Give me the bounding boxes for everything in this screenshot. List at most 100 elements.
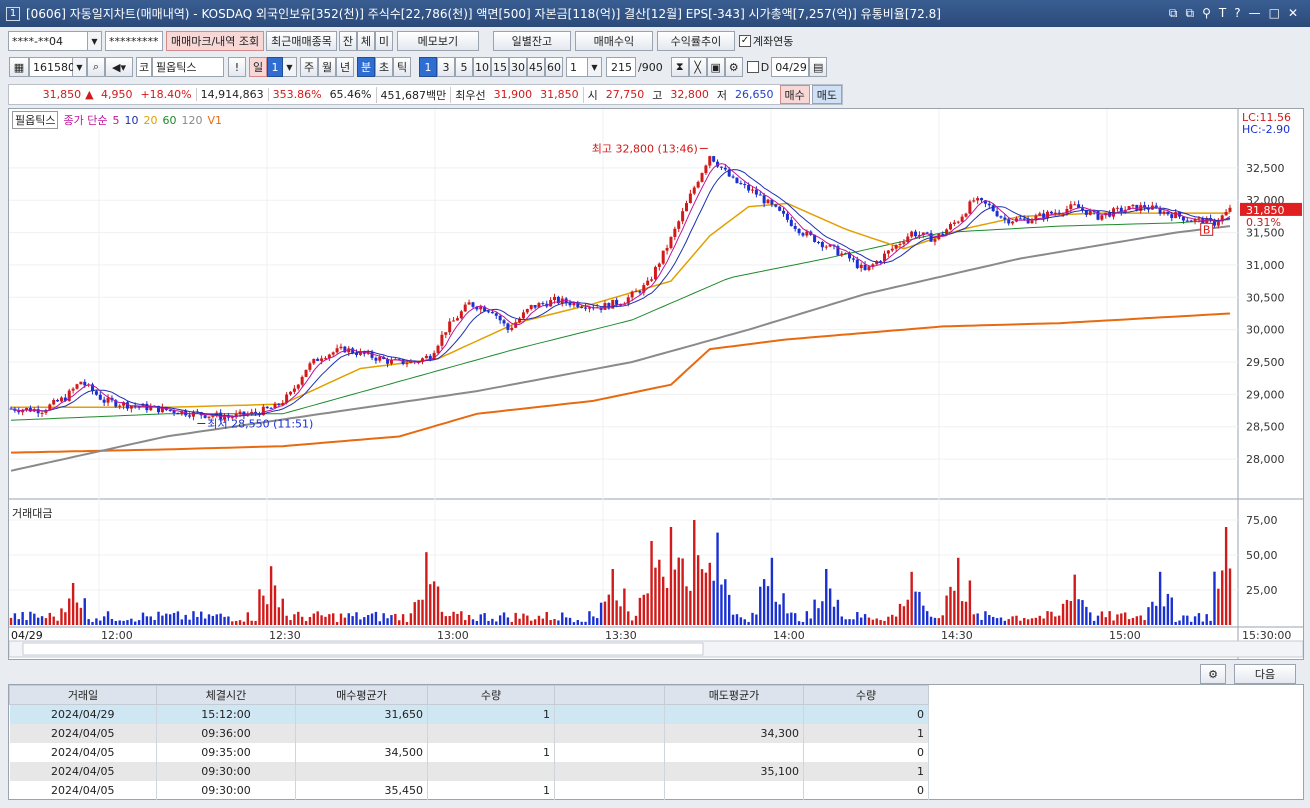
account-dropdown-icon[interactable]: ▼ bbox=[88, 31, 102, 51]
price-chart[interactable]: 32,50032,00031,50031,00030,50030,00029,5… bbox=[9, 109, 1303, 659]
period-year-tab[interactable]: 년 bbox=[336, 57, 354, 77]
search-icon[interactable]: ⌕ bbox=[87, 57, 105, 77]
daily-balance-button[interactable]: 일별잔고 bbox=[492, 31, 571, 51]
volume-bar bbox=[440, 611, 444, 625]
gear-icon[interactable]: ⚙ bbox=[724, 57, 743, 77]
candle-body bbox=[529, 305, 533, 310]
interval-1-button[interactable]: 1 bbox=[419, 57, 437, 77]
volume-bar bbox=[972, 614, 975, 625]
minimize-icon[interactable]: — bbox=[1249, 6, 1261, 21]
date-checkbox[interactable]: D bbox=[746, 61, 769, 74]
sound-icon[interactable]: ◀▾ bbox=[105, 57, 133, 77]
volume-bar bbox=[1096, 615, 1100, 625]
settings-gear-icon[interactable]: ⚙ bbox=[1200, 664, 1226, 684]
y-tick-label: 29,000 bbox=[1246, 388, 1285, 401]
period-day-count[interactable]: 1 bbox=[267, 57, 283, 77]
interval-10-button[interactable]: 10 bbox=[473, 57, 491, 77]
stock-name[interactable]: 필옵틱스 bbox=[152, 57, 224, 77]
code-dropdown-icon[interactable]: ▼ bbox=[73, 57, 87, 77]
stock-code-input[interactable]: 161580 bbox=[29, 57, 75, 77]
close-icon[interactable]: ✕ bbox=[1288, 6, 1298, 21]
restore-icon[interactable]: ⧉ bbox=[1186, 6, 1195, 21]
candle-body bbox=[370, 351, 374, 358]
header-time[interactable]: 체결시간 bbox=[156, 685, 296, 705]
pin-icon[interactable]: ⚲ bbox=[1202, 6, 1211, 21]
count-input[interactable]: 215 bbox=[606, 57, 636, 77]
candle-body bbox=[708, 156, 712, 166]
volume-legend[interactable]: 거래대금 bbox=[12, 505, 52, 521]
header-sell-qty[interactable]: 수량 bbox=[803, 685, 929, 705]
volume-bar bbox=[1023, 617, 1026, 625]
interval-15-button[interactable]: 15 bbox=[491, 57, 509, 77]
volume-bar bbox=[1077, 599, 1080, 625]
layout-icon[interactable]: ⧉ bbox=[1169, 6, 1178, 21]
period-second-tab[interactable]: 초 bbox=[375, 57, 393, 77]
period-day-tab[interactable]: 일 bbox=[249, 57, 267, 77]
alert-icon[interactable]: ! bbox=[228, 57, 246, 77]
candle-body bbox=[106, 397, 110, 403]
candle-body bbox=[704, 165, 708, 174]
table-row[interactable]: 2024/04/05 09:30:00 35,100 1 bbox=[9, 761, 929, 781]
period-tick-tab[interactable]: 틱 bbox=[393, 57, 411, 77]
candle-body bbox=[1185, 220, 1189, 222]
period-minute-tab[interactable]: 분 bbox=[357, 57, 375, 77]
interval-input[interactable]: 1 bbox=[566, 57, 588, 77]
period-month-tab[interactable]: 월 bbox=[318, 57, 336, 77]
interval-dropdown-icon[interactable]: ▼ bbox=[588, 57, 602, 77]
volume-bar bbox=[297, 611, 300, 625]
help-icon[interactable]: ? bbox=[1234, 6, 1240, 21]
executed-button[interactable]: 체 bbox=[356, 31, 375, 51]
volume-bar bbox=[696, 555, 700, 625]
table-row[interactable]: 2024/04/05 09:35:00 34,500 1 0 bbox=[9, 742, 929, 762]
period-week-tab[interactable]: 주 bbox=[300, 57, 318, 77]
calendar-icon[interactable]: ▤ bbox=[809, 57, 828, 77]
volume-bar bbox=[844, 619, 847, 625]
candle-body bbox=[735, 177, 739, 184]
password-field[interactable]: ********* bbox=[105, 31, 163, 51]
volume-bar bbox=[1197, 613, 1201, 625]
trade-profit-button[interactable]: 매매수익 bbox=[574, 31, 653, 51]
trade-mark-button[interactable]: 매매마크/내역 조회 bbox=[166, 31, 265, 51]
recent-trades-button[interactable]: 최근매매종목 bbox=[266, 31, 337, 51]
header-buy-qty[interactable]: 수량 bbox=[427, 685, 555, 705]
text-icon[interactable]: T bbox=[1219, 6, 1226, 21]
maximize-icon[interactable]: □ bbox=[1269, 6, 1280, 21]
header-sell-avg[interactable]: 매도평균가 bbox=[664, 685, 804, 705]
buy-button[interactable]: 매수 bbox=[779, 85, 810, 104]
interval-60-button[interactable]: 60 bbox=[545, 57, 563, 77]
header-date[interactable]: 거래일 bbox=[9, 685, 157, 705]
table-row[interactable]: 2024/04/29 15:12:00 31,650 1 0 bbox=[9, 704, 929, 724]
volume-bar bbox=[1127, 619, 1131, 625]
volume-bar bbox=[867, 617, 871, 625]
return-trend-button[interactable]: 수익률추이 bbox=[656, 31, 735, 51]
candle-body bbox=[964, 213, 968, 217]
memo-button[interactable]: 메모보기 bbox=[396, 31, 479, 51]
high-label: 고 bbox=[652, 88, 663, 102]
candle-body bbox=[844, 253, 848, 255]
period-dropdown-icon[interactable]: ▼ bbox=[283, 57, 297, 77]
interval-45-button[interactable]: 45 bbox=[527, 57, 545, 77]
next-button[interactable]: 다음 bbox=[1234, 664, 1296, 684]
account-link-checkbox[interactable]: ✓ 계좌연동 bbox=[738, 33, 793, 49]
header-buy-avg[interactable]: 매수평균가 bbox=[295, 685, 428, 705]
table-row[interactable]: 2024/04/05 09:36:00 34,300 1 bbox=[9, 723, 929, 743]
balance-button[interactable]: 잔 bbox=[338, 31, 357, 51]
volume-bar bbox=[52, 616, 55, 625]
indicator-icon[interactable]: ⧗ bbox=[670, 57, 689, 77]
interval-5-button[interactable]: 5 bbox=[455, 57, 473, 77]
legend-stock-name[interactable]: 필옵틱스 bbox=[12, 111, 59, 129]
sell-button[interactable]: 매도 bbox=[811, 85, 842, 104]
draw-tool-icon[interactable]: ╳ bbox=[688, 57, 707, 77]
unexecuted-button[interactable]: 미 bbox=[374, 31, 393, 51]
volume-bar bbox=[611, 569, 614, 625]
volume-bar bbox=[1151, 601, 1154, 625]
table-row[interactable]: 2024/04/05 09:30:00 35,450 1 0 bbox=[9, 780, 929, 800]
volume-bar bbox=[460, 611, 463, 625]
chart-menu-icon[interactable]: ▦ bbox=[9, 57, 29, 77]
interval-3-button[interactable]: 3 bbox=[437, 57, 455, 77]
interval-30-button[interactable]: 30 bbox=[509, 57, 527, 77]
save-icon[interactable]: ▣ bbox=[706, 57, 725, 77]
account-select[interactable]: ****-**04 bbox=[8, 31, 88, 51]
date-input[interactable]: 04/29 bbox=[771, 57, 810, 77]
volume-bar bbox=[25, 619, 28, 625]
